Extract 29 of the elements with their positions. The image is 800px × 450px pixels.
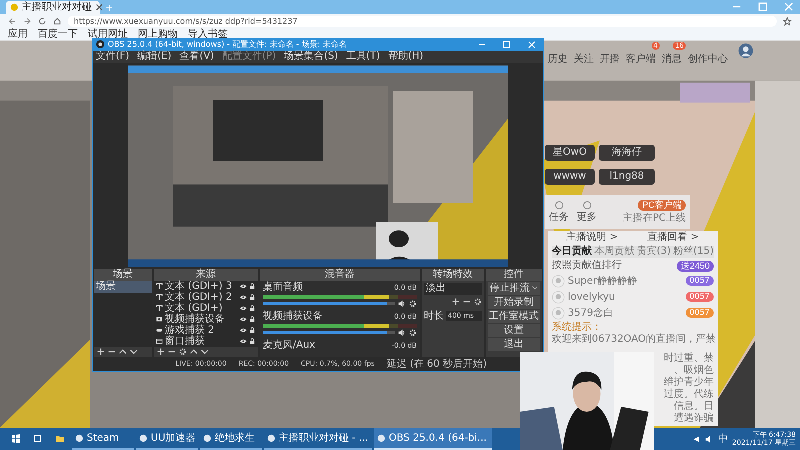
task-view-icon[interactable] xyxy=(33,434,43,444)
start-icon[interactable] xyxy=(11,434,21,444)
browser-tab[interactable]: 主播职业对对碰 xyxy=(6,1,100,14)
app-icon xyxy=(203,434,212,442)
taskbar-app[interactable]: UU加速器 xyxy=(136,428,198,450)
bookmark[interactable]: 试用网址 xyxy=(88,29,128,40)
app-icon xyxy=(267,434,276,442)
app-icon xyxy=(377,434,386,442)
input-method[interactable]: 中 xyxy=(718,432,728,446)
app-icon xyxy=(139,434,148,442)
page-icon xyxy=(10,3,19,12)
address-field[interactable]: https://www.xuexuanyuu.com/s/s/zuz ddp?rid=5431237 xyxy=(68,16,777,27)
taskbar-app[interactable]: 绝地求生 xyxy=(200,428,262,450)
home-icon[interactable] xyxy=(53,17,62,26)
star-icon[interactable] xyxy=(783,17,792,26)
forward-icon[interactable] xyxy=(23,17,32,26)
bookmark[interactable]: 网上购物 xyxy=(138,29,178,40)
folder-icon[interactable] xyxy=(55,434,65,444)
bookmark[interactable]: 百度一下 xyxy=(38,29,78,40)
taskbar-app[interactable]: 主播职业对对碰 - ... xyxy=(264,428,372,450)
reload-icon[interactable] xyxy=(38,17,47,26)
taskbar-app[interactable]: Steam xyxy=(72,428,134,450)
taskbar-app[interactable]: OBS 25.0.4 (64-bi... xyxy=(374,428,492,450)
tray-icon[interactable] xyxy=(692,434,702,444)
app-icon xyxy=(75,434,84,442)
bookmark[interactable]: 应用 xyxy=(8,29,28,40)
back-icon[interactable] xyxy=(8,17,17,26)
bookmark[interactable]: 导入书签 xyxy=(188,29,228,40)
close-icon[interactable] xyxy=(95,3,104,12)
